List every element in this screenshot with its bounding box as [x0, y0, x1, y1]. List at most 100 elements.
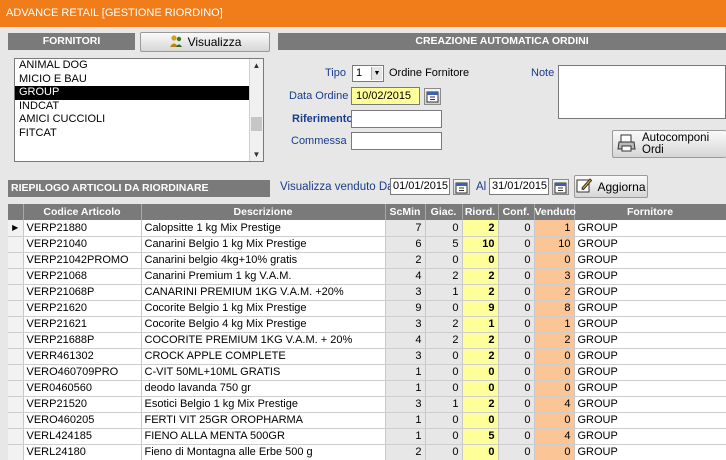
note-textarea[interactable] [558, 65, 726, 119]
riferimento-field[interactable] [351, 110, 442, 128]
row-selector[interactable] [8, 332, 24, 349]
calendar-icon[interactable] [424, 88, 441, 105]
table-cell[interactable]: 1 [425, 396, 463, 413]
table-cell[interactable]: Esotici Belgio 1 kg Mix Prestige [141, 396, 386, 413]
table-cell[interactable]: 0 [498, 332, 535, 349]
list-item[interactable]: AMICI CUCCIOLI [15, 113, 263, 127]
table-row[interactable]: ▶ VERP21880 Calopsitte 1 kg Mix Prestige 7 0… [8, 220, 726, 237]
scroll-up-icon[interactable]: ▲ [250, 59, 263, 72]
table-cell[interactable]: 2 [462, 396, 499, 413]
row-selector[interactable] [8, 268, 24, 285]
table-cell[interactable]: COCORITE PREMIUM 1KG V.A.M. + 20% [141, 332, 386, 349]
table-cell[interactable]: 0 [425, 428, 463, 445]
row-selector[interactable] [8, 364, 24, 381]
table-cell[interactable]: GROUP [574, 284, 726, 301]
table-cell[interactable]: GROUP [574, 444, 726, 460]
table-cell[interactable]: 0 [425, 348, 463, 365]
table-cell[interactable]: 4 [385, 268, 426, 285]
table-cell[interactable]: VERP21880 [23, 220, 142, 237]
column-header[interactable]: Descrizione [141, 204, 386, 220]
chevron-down-icon[interactable]: ▼ [371, 67, 382, 80]
calendar-icon[interactable] [453, 179, 470, 195]
table-cell[interactable]: 0 [498, 380, 535, 397]
table-cell[interactable]: GROUP [574, 316, 726, 333]
table-cell[interactable]: FIENO ALLA MENTA 500GR [141, 428, 386, 445]
table-cell[interactable]: 0 [425, 300, 463, 317]
list-item[interactable]: ANIMAL DOG [15, 59, 263, 73]
table-cell[interactable]: VERP21040 [23, 236, 142, 253]
table-cell[interactable]: 0 [498, 300, 535, 317]
table-cell[interactable]: 9 [462, 300, 499, 317]
table-row[interactable]: VERP21068P CANARINI PREMIUM 1KG V.A.M. +2… [8, 284, 726, 301]
table-cell[interactable]: GROUP [574, 236, 726, 253]
table-row[interactable]: VERO460709PRO C-VIT 50ML+10ML GRATIS 1 0 0 0 0… [8, 364, 726, 381]
table-cell[interactable]: VERL24180 [23, 444, 142, 460]
scroll-down-icon[interactable]: ▼ [250, 148, 263, 161]
table-cell[interactable]: 1 [534, 220, 575, 237]
table-cell[interactable]: 0 [498, 268, 535, 285]
table-cell[interactable]: 9 [385, 300, 426, 317]
table-cell[interactable]: 1 [462, 316, 499, 333]
table-cell[interactable]: 2 [462, 332, 499, 349]
column-header[interactable]: Venduto [534, 204, 576, 220]
table-cell[interactable]: VERO460205 [23, 412, 142, 429]
table-cell[interactable]: 0 [498, 348, 535, 365]
list-item-selected[interactable]: GROUP [15, 86, 263, 100]
row-selector[interactable] [8, 300, 24, 317]
autocomponi-button[interactable]: Autocomponi Ordi [612, 130, 726, 158]
table-cell[interactable]: 10 [462, 236, 499, 253]
table-cell[interactable]: 0 [498, 444, 535, 460]
table-row[interactable]: VERP21620 Cocorite Belgio 1 kg Mix Presti… [8, 300, 726, 317]
table-cell[interactable]: 0 [425, 412, 463, 429]
dal-date-field[interactable]: 01/01/2015 [390, 178, 450, 195]
table-cell[interactable]: GROUP [574, 220, 726, 237]
visualizza-button[interactable]: Visualizza [140, 32, 270, 52]
table-row[interactable]: VERR461302 CROCK APPLE COMPLETE 3 0 2 0 0 GROUP [8, 348, 726, 365]
table-cell[interactable]: Cocorite Belgio 4 kg Mix Prestige [141, 316, 386, 333]
table-cell[interactable]: 0 [534, 252, 575, 269]
table-cell[interactable]: 2 [462, 268, 499, 285]
row-selector[interactable] [8, 252, 24, 269]
table-cell[interactable]: VERO460709PRO [23, 364, 142, 381]
table-cell[interactable]: 0 [425, 220, 463, 237]
table-cell[interactable]: 0 [498, 428, 535, 445]
table-row[interactable]: VERP21520 Esotici Belgio 1 kg Mix Prestig… [8, 396, 726, 413]
table-cell[interactable]: VER0460560 [23, 380, 142, 397]
row-selector[interactable] [8, 236, 24, 253]
table-cell[interactable]: Calopsitte 1 kg Mix Prestige [141, 220, 386, 237]
column-header[interactable]: ScMin [385, 204, 426, 220]
table-cell[interactable]: 2 [385, 252, 426, 269]
table-cell[interactable]: 2 [534, 332, 575, 349]
table-cell[interactable]: GROUP [574, 332, 726, 349]
table-cell[interactable]: 0 [534, 380, 575, 397]
calendar-icon[interactable] [552, 179, 569, 195]
table-cell[interactable]: 1 [534, 316, 575, 333]
table-cell[interactable]: 1 [385, 412, 426, 429]
list-item[interactable]: INDCAT [15, 100, 263, 114]
table-cell[interactable]: 7 [385, 220, 426, 237]
table-cell[interactable]: 2 [425, 332, 463, 349]
table-row[interactable]: VERP21621 Cocorite Belgio 4 kg Mix Presti… [8, 316, 726, 333]
table-cell[interactable]: VERL424185 [23, 428, 142, 445]
row-indicator-icon[interactable]: ▶ [8, 220, 24, 237]
table-cell[interactable]: VERP21621 [23, 316, 142, 333]
row-selector[interactable] [8, 412, 24, 429]
column-header[interactable]: Giac. [425, 204, 463, 220]
table-cell[interactable]: 2 [462, 220, 499, 237]
table-cell[interactable]: 1 [385, 428, 426, 445]
column-header[interactable]: Riord. [462, 204, 499, 220]
table-cell[interactable]: 0 [462, 364, 499, 381]
table-cell[interactable]: 0 [534, 348, 575, 365]
table-cell[interactable]: VERP21620 [23, 300, 142, 317]
table-cell[interactable]: 0 [498, 252, 535, 269]
table-cell[interactable]: VERP21068 [23, 268, 142, 285]
row-selector[interactable] [8, 444, 24, 460]
table-cell[interactable]: C-VIT 50ML+10ML GRATIS [141, 364, 386, 381]
table-cell[interactable]: 3 [385, 316, 426, 333]
table-cell[interactable]: 0 [534, 364, 575, 381]
table-cell[interactable]: 0 [425, 252, 463, 269]
table-cell[interactable]: 0 [462, 444, 499, 460]
table-cell[interactable]: GROUP [574, 412, 726, 429]
table-cell[interactable]: 0 [534, 444, 575, 460]
table-cell[interactable]: GROUP [574, 268, 726, 285]
